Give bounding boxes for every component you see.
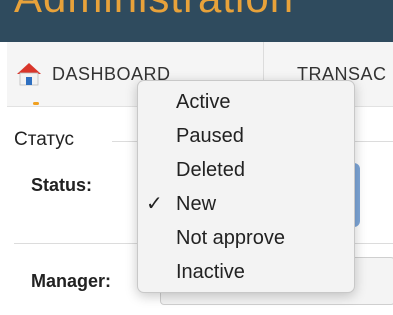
option-label: Deleted — [176, 159, 245, 181]
option-deleted[interactable]: Deleted — [138, 153, 354, 187]
app-header: Administration — [0, 0, 393, 42]
section-title: Статус — [14, 129, 75, 150]
option-label: New — [176, 193, 217, 215]
option-label: Inactive — [176, 261, 245, 283]
option-label: Not approve — [176, 227, 285, 249]
option-not-approve[interactable]: Not approve — [138, 221, 354, 255]
option-label: Active — [176, 91, 231, 113]
option-label: Paused — [176, 125, 244, 147]
option-active[interactable]: Active — [138, 85, 354, 119]
checkmark-icon: ✓ — [146, 193, 163, 215]
home-icon — [14, 59, 44, 89]
manager-label: Manager: — [31, 271, 112, 291]
active-indicator — [33, 102, 39, 105]
option-inactive[interactable]: Inactive — [138, 255, 354, 289]
status-dropdown-menu: Active Paused Deleted ✓ New Not approve … — [137, 80, 355, 293]
app-title: Administration — [14, 0, 294, 22]
option-paused[interactable]: Paused — [138, 119, 354, 153]
option-new[interactable]: ✓ New — [138, 187, 354, 221]
status-label: Status: — [31, 175, 93, 195]
